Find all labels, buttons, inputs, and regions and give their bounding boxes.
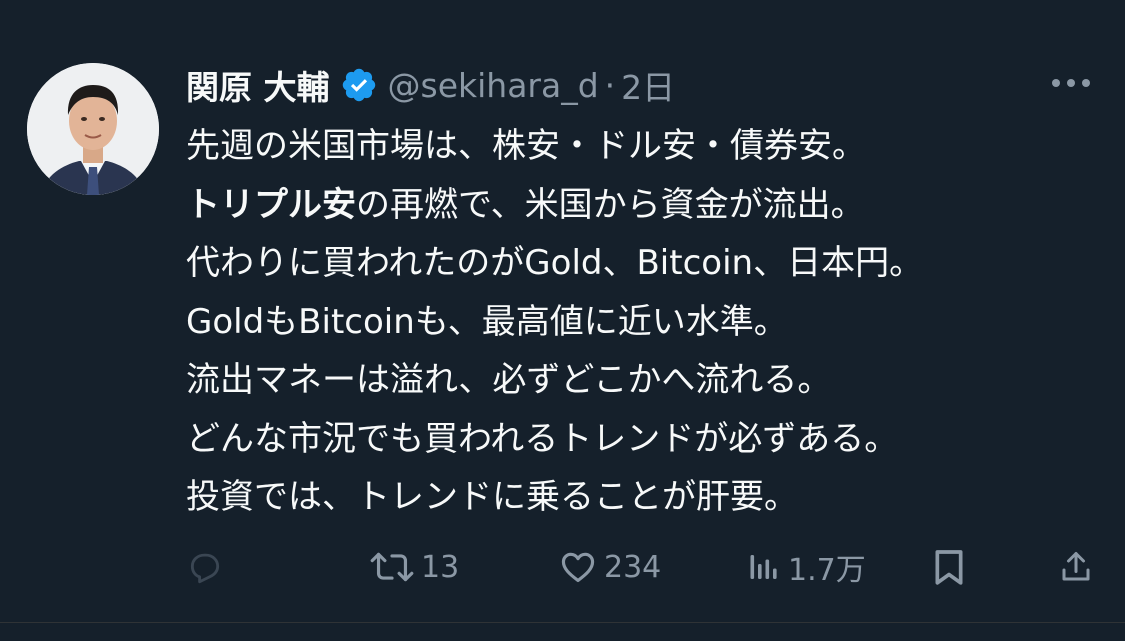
like-button[interactable]: 234 xyxy=(558,544,661,590)
tweet-text-bold-segment: トリプル安 xyxy=(186,184,356,225)
retweet-icon xyxy=(370,552,414,582)
tweet-line: 代わりに買われたのがGold、Bitcoin、日本円。 xyxy=(186,234,1086,293)
share-icon xyxy=(1062,552,1090,581)
tweet-divider xyxy=(0,622,1125,623)
tweet[interactable]: 関原 大輔 @sekihara_d · 2日 先週の米国市場は、株安・ドル安・債… xyxy=(0,0,1125,641)
views-button[interactable]: 1.7万 xyxy=(746,544,866,590)
tweet-line: GoldもBitcoinも、最高値に近い水準。 xyxy=(186,293,1086,352)
avatar[interactable] xyxy=(27,63,159,195)
tweet-line: どんな市況でも買われるトレンドが必ずある。 xyxy=(186,410,1086,469)
tweet-text-segment: GoldもBitcoinも、最高値に近い水準。 xyxy=(186,301,788,342)
views-count: 1.7万 xyxy=(788,553,866,588)
user-handle[interactable]: @sekihara_d xyxy=(388,66,599,105)
share-button[interactable] xyxy=(1058,544,1094,590)
tweet-text-segment: の再燃で、米国から資金が流出。 xyxy=(356,184,865,225)
tweet-text: 先週の米国市場は、株安・ドル安・債券安。 トリプル安の再燃で、米国から資金が流出… xyxy=(186,117,1086,527)
reply-icon xyxy=(190,553,220,584)
retweet-count: 13 xyxy=(421,549,460,585)
tweet-text-segment: 投資では、トレンドに乗ることが肝要。 xyxy=(186,477,798,517)
tweet-line: トリプル安の再燃で、米国から資金が流出。 xyxy=(186,176,1086,235)
like-count: 234 xyxy=(604,549,662,585)
tweet-timestamp[interactable]: 2日 xyxy=(621,61,675,109)
tweet-line: 投資では、トレンドに乗ることが肝要。 xyxy=(186,468,1086,527)
bookmark-button[interactable] xyxy=(932,544,966,590)
bookmark-icon xyxy=(935,550,963,585)
more-options-button[interactable] xyxy=(1049,68,1093,98)
tweet-text-segment: どんな市況でも買われるトレンドが必ずある。 xyxy=(186,418,899,459)
tweet-actions: 13 234 1.7万 xyxy=(186,544,1094,590)
tweet-header: 関原 大輔 @sekihara_d · 2日 xyxy=(186,60,675,110)
tweet-line: 先週の米国市場は、株安・ドル安・債券安。 xyxy=(186,117,1086,176)
separator-dot: · xyxy=(604,65,616,105)
tweet-line: 流出マネーは溢れ、必ずどこかへ流れる。 xyxy=(186,351,1086,410)
more-dots-icon xyxy=(1052,79,1090,87)
heart-icon xyxy=(561,552,595,583)
views-chart-icon xyxy=(750,555,777,579)
reply-button[interactable] xyxy=(186,544,224,590)
avatar-image xyxy=(27,63,159,195)
tweet-text-segment: 先週の米国市場は、株安・ドル安・債券安。 xyxy=(186,126,866,166)
verified-badge-icon xyxy=(340,66,378,104)
tweet-text-segment: 流出マネーは溢れ、必ずどこかへ流れる。 xyxy=(186,360,832,400)
tweet-text-segment: 代わりに買われたのがGold、Bitcoin、日本円。 xyxy=(186,243,924,283)
display-name[interactable]: 関原 大輔 xyxy=(186,61,330,109)
retweet-button[interactable]: 13 xyxy=(369,544,459,590)
